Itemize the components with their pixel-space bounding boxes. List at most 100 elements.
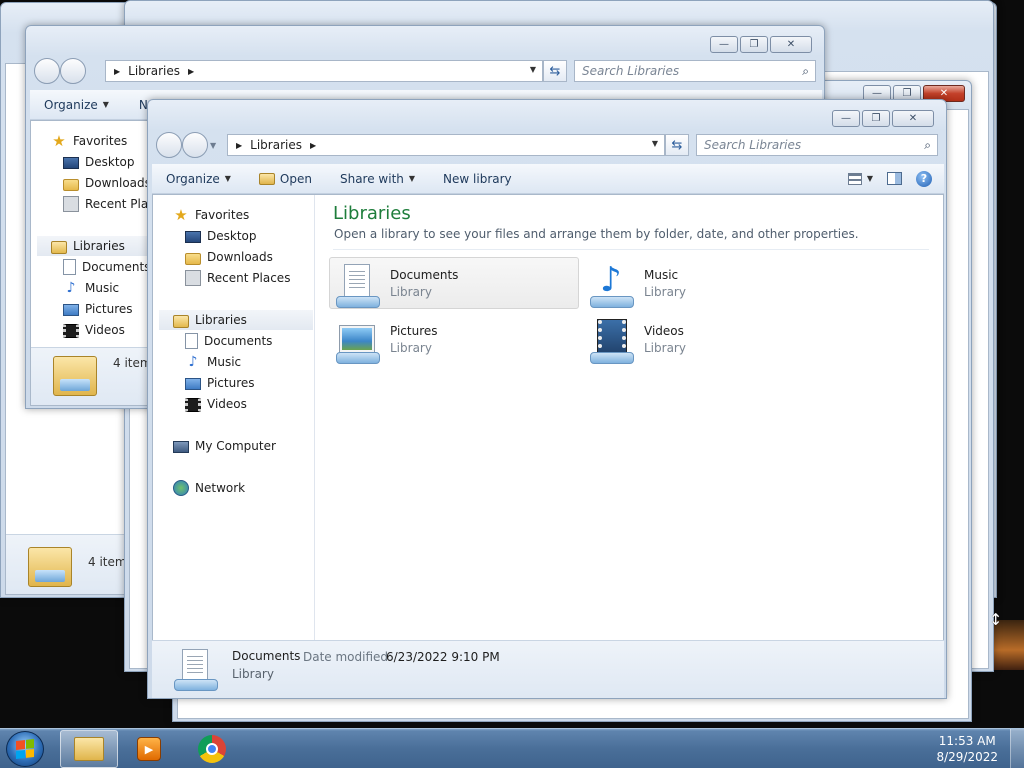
new-library-button[interactable]: New library xyxy=(429,164,526,193)
navigation-pane: ★ Favorites Desktop Downloads Recent Plac… xyxy=(153,195,315,640)
library-tile-documents[interactable]: Documents Library xyxy=(329,257,579,309)
nav-pictures[interactable]: Pictures xyxy=(185,373,255,393)
back-button[interactable] xyxy=(156,132,182,158)
recent-places-icon xyxy=(185,270,201,286)
open-button[interactable]: Open xyxy=(245,164,326,193)
start-button[interactable] xyxy=(6,731,44,767)
documents-icon xyxy=(185,333,198,349)
second-nav-recent-places[interactable]: Recent Plac xyxy=(63,194,155,214)
maximize-button[interactable]: ❐ xyxy=(862,110,890,127)
system-clock[interactable]: 11:53 AM 8/29/2022 xyxy=(936,733,998,765)
taskbar-media-player[interactable]: ▶ xyxy=(120,730,178,768)
second-window-minimize-button[interactable]: — xyxy=(710,36,738,53)
music-icon: ♪ xyxy=(188,354,198,370)
second-nav-videos[interactable]: Videos xyxy=(63,320,125,340)
favorites-star-icon: ★ xyxy=(52,132,66,150)
change-view-button[interactable]: ▼ xyxy=(844,164,877,193)
second-window-back-button[interactable] xyxy=(34,58,60,84)
preview-pane-icon xyxy=(887,172,902,185)
windows-explorer-icon xyxy=(74,737,104,761)
share-with-button[interactable]: Share with ▼ xyxy=(326,164,429,193)
second-nav-pictures[interactable]: Pictures xyxy=(63,299,133,319)
show-desktop-button[interactable] xyxy=(1010,729,1024,768)
nav-documents[interactable]: Documents xyxy=(185,331,272,351)
nav-music[interactable]: ♪ Music xyxy=(185,352,242,372)
back-window-status-text: 4 item xyxy=(88,555,127,569)
second-window-close-button[interactable]: ✕ xyxy=(770,36,812,53)
second-nav-music[interactable]: ♪ Music xyxy=(63,278,120,298)
header-divider xyxy=(333,249,929,250)
nav-desktop[interactable]: Desktop xyxy=(185,226,257,246)
address-dropdown-icon[interactable]: ▼ xyxy=(652,139,658,148)
open-folder-icon xyxy=(258,172,275,185)
organize-button[interactable]: Organize ▼ xyxy=(152,164,245,193)
breadcrumb-arrow-icon: ▶ xyxy=(236,140,243,150)
page-subtitle: Open a library to see your files and arr… xyxy=(334,227,859,241)
second-nav-documents[interactable]: Documents xyxy=(63,257,150,277)
main-window-client: ★ Favorites Desktop Downloads Recent Plac… xyxy=(152,194,944,640)
details-date-label: Date modified: xyxy=(303,650,393,664)
nav-my-computer[interactable]: My Computer xyxy=(173,436,276,456)
taskbar-windows-explorer[interactable] xyxy=(60,730,118,768)
nav-downloads[interactable]: Downloads xyxy=(185,247,273,267)
second-window-forward-button[interactable] xyxy=(60,58,86,84)
second-window-refresh-button[interactable]: ⇆ xyxy=(543,60,567,82)
breadcrumb-arrow-icon: ▶ xyxy=(309,140,317,150)
library-tile-videos[interactable]: Videos Library xyxy=(583,313,833,365)
preview-pane-button[interactable] xyxy=(877,164,912,193)
second-window-breadcrumb-libraries[interactable]: Libraries xyxy=(128,64,180,78)
close-button[interactable]: ✕ xyxy=(892,110,934,127)
nav-recent-places[interactable]: Recent Places xyxy=(185,268,290,288)
minimize-button[interactable]: — xyxy=(832,110,860,127)
second-nav-favorites[interactable]: ★ Favorites xyxy=(51,131,127,151)
details-date-value: 6/23/2022 9:10 PM xyxy=(386,650,500,664)
library-tile-music[interactable]: ♪ Music Library xyxy=(583,257,833,309)
second-window-search-placeholder: Search Libraries xyxy=(582,64,680,78)
libraries-folder-icon xyxy=(53,356,97,396)
videos-library-icon xyxy=(588,318,636,364)
pictures-library-icon xyxy=(334,318,382,364)
main-explorer-window[interactable]: — ❐ ✕ ▼ ▶ Libraries ▶ ▼ ⇆ Search Librari… xyxy=(147,99,947,699)
documents-icon xyxy=(63,259,76,275)
documents-library-icon xyxy=(172,647,218,691)
second-nav-downloads[interactable]: Downloads xyxy=(63,173,151,193)
nav-favorites[interactable]: ★ Favorites xyxy=(173,205,249,225)
desktop: — ❐ ✕ es ⌕ 4 item — ❐ ✕ — ❐ ✕ xyxy=(0,0,1024,728)
favorites-star-icon: ★ xyxy=(174,206,188,224)
refresh-button[interactable]: ⇆ xyxy=(665,134,689,156)
second-window-organize-button[interactable]: Organize ▼ xyxy=(30,90,123,119)
forward-button[interactable] xyxy=(182,132,208,158)
library-tile-pictures[interactable]: Pictures Library xyxy=(329,313,579,365)
page-title: Libraries xyxy=(333,203,411,224)
second-window-maximize-button[interactable]: ❐ xyxy=(740,36,768,53)
second-nav-desktop[interactable]: Desktop xyxy=(63,152,135,172)
computer-icon xyxy=(173,440,189,453)
details-pane: Documents Date modified: 6/23/2022 9:10 … xyxy=(152,640,944,698)
help-button[interactable]: ? xyxy=(912,164,944,193)
second-window-search-box[interactable]: Search Libraries ⌕ xyxy=(574,60,816,82)
search-icon: ⌕ xyxy=(802,64,809,78)
second-nav-libraries[interactable]: Libraries xyxy=(37,236,149,256)
libraries-icon xyxy=(173,314,189,328)
chevron-down-icon: ▼ xyxy=(224,174,231,183)
nav-videos[interactable]: Videos xyxy=(185,394,247,414)
second-window-address-bar[interactable]: ▶ Libraries ▶ ▼ xyxy=(105,60,543,82)
music-icon: ♪ xyxy=(66,280,76,296)
nav-network[interactable]: Network xyxy=(173,478,245,498)
taskbar-google-chrome[interactable] xyxy=(183,730,241,768)
breadcrumb-arrow-icon: ▶ xyxy=(114,66,121,76)
view-options-icon xyxy=(847,172,862,185)
address-bar[interactable]: ▶ Libraries ▶ ▼ xyxy=(227,134,665,156)
videos-icon xyxy=(185,397,201,412)
nav-libraries[interactable]: Libraries xyxy=(159,310,313,330)
library-name: Pictures xyxy=(390,324,438,338)
search-input[interactable]: Search Libraries ⌕ xyxy=(696,134,938,156)
pictures-icon xyxy=(63,304,79,316)
downloads-folder-icon xyxy=(185,252,201,265)
clock-date: 8/29/2022 xyxy=(936,750,998,764)
recent-pages-dropdown-icon[interactable]: ▼ xyxy=(210,141,216,150)
taskbar: ▶ 11:53 AM 8/29/2022 xyxy=(0,728,1024,768)
address-dropdown-icon[interactable]: ▼ xyxy=(530,65,536,74)
chrome-icon xyxy=(198,735,226,763)
breadcrumb-libraries[interactable]: Libraries xyxy=(250,138,302,152)
